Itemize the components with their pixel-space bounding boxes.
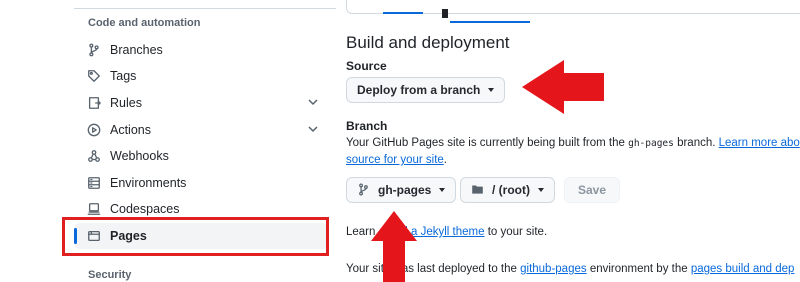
sidebar-item-label: Tags <box>110 69 137 83</box>
panel-link-fragment <box>442 5 532 23</box>
folder-select-value: / (root) <box>492 183 530 197</box>
sidebar-item-label: Actions <box>110 123 151 137</box>
folder-icon <box>471 183 485 197</box>
branch-label: Branch <box>346 119 388 133</box>
learn-more-link[interactable]: Learn more abo <box>719 137 800 149</box>
sidebar-item-label: Codespaces <box>110 202 180 216</box>
sidebar-item-label: Branches <box>110 43 163 57</box>
branch-description-cont: source for your site. <box>346 154 447 166</box>
play-icon <box>86 122 102 138</box>
section-title: Build and deployment <box>346 33 510 52</box>
caret-down-icon <box>439 188 446 192</box>
tag-icon <box>86 68 102 84</box>
source-label: Source <box>346 59 387 73</box>
source-select[interactable]: Deploy from a branch <box>346 77 506 103</box>
codespaces-icon <box>86 201 102 217</box>
branch-icon <box>357 183 371 197</box>
sidebar-item-tags[interactable]: Tags <box>74 63 329 89</box>
previous-panel <box>346 0 800 23</box>
panel-link-fragment <box>383 12 423 14</box>
branch-select[interactable]: gh-pages <box>346 177 457 203</box>
sidebar-item-label: Environments <box>110 176 187 190</box>
folder-select[interactable]: / (root) <box>460 177 555 203</box>
branch-description: Your GitHub Pages site is currently bein… <box>346 137 800 149</box>
sidebar-item-rules[interactable]: Rules <box>74 90 329 116</box>
rules-icon <box>86 95 102 111</box>
annotation-arrow-left <box>522 60 604 114</box>
sidebar-item-actions[interactable]: Actions <box>74 117 329 143</box>
chevron-down-icon[interactable] <box>307 96 321 110</box>
annotation-arrow-up <box>371 211 417 282</box>
caret-down-icon <box>538 188 544 192</box>
branch-icon <box>86 42 102 58</box>
branch-select-value: gh-pages <box>378 183 432 197</box>
webhook-icon <box>86 148 102 164</box>
pages-build-deployment-link[interactable]: pages build and dep <box>691 263 795 275</box>
github-pages-environment-link[interactable]: github-pages <box>520 263 587 275</box>
source-select-value: Deploy from a branch <box>357 83 481 97</box>
pages-annotation-box <box>62 217 329 256</box>
save-button[interactable]: Save <box>564 177 621 203</box>
sidebar-item-webhooks[interactable]: Webhooks <box>74 143 329 169</box>
server-icon <box>86 175 102 191</box>
section-heading-code-automation: Code and automation <box>88 17 201 29</box>
sidebar-item-label: Webhooks <box>110 149 169 163</box>
sidebar-item-label: Rules <box>110 96 142 110</box>
source-for-site-link[interactable]: source for your site <box>346 154 444 166</box>
chevron-down-icon[interactable] <box>307 123 321 137</box>
caret-down-icon <box>488 88 495 92</box>
section-heading-security: Security <box>88 269 132 281</box>
sidebar-item-branches[interactable]: Branches <box>74 37 329 63</box>
sidebar-item-environments[interactable]: Environments <box>74 170 329 196</box>
